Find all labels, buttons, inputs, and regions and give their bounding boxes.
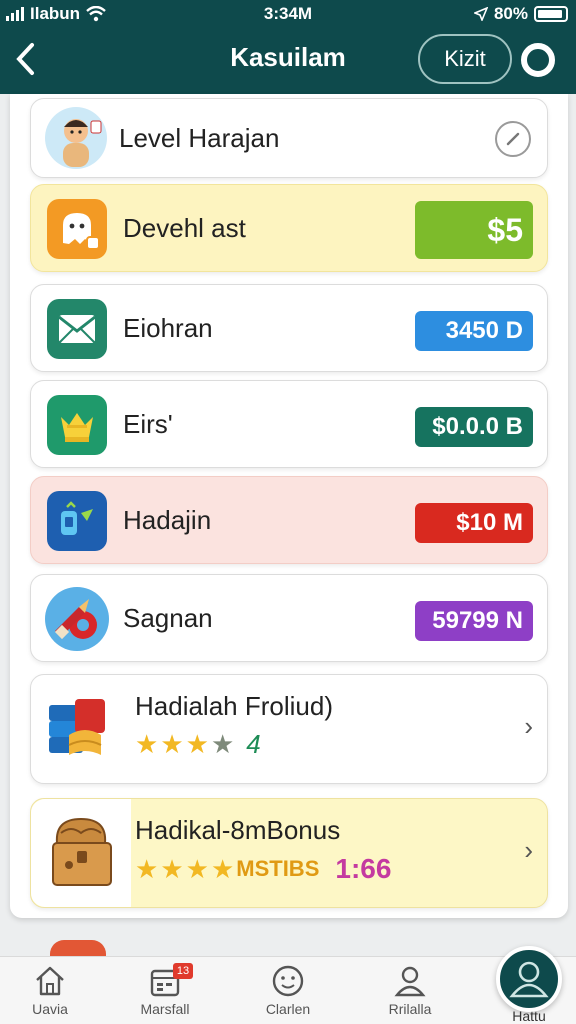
list-item-label: Sagnan	[123, 603, 213, 633]
list-item-sagnan[interactable]: Sagnan 59799 N	[30, 574, 548, 662]
battery-percent: 80%	[493, 4, 528, 23]
star-half-icon: ★	[210, 729, 235, 759]
nav-label: Rrilalla	[388, 1001, 432, 1017]
ghost-icon	[47, 199, 107, 259]
list-item-label: Hadialah Froliud)	[135, 691, 333, 721]
list-item-devehl[interactable]: Devehl ast $5	[30, 184, 548, 272]
profile-fab-button[interactable]	[496, 946, 562, 1012]
home-icon	[36, 966, 64, 996]
list-item-label: Devehl ast	[123, 213, 246, 243]
bonus-code: MSTIBS	[236, 856, 320, 881]
list-item-label: Level Harajan	[119, 123, 280, 153]
bottom-nav: Uavia 13 Marsfall Clarlen Rrilalla	[0, 956, 576, 1024]
star-icon: ★	[160, 853, 184, 884]
nav-label: Marsfall	[140, 1001, 190, 1017]
star-icon: ★	[185, 853, 209, 884]
crown-icon	[47, 395, 107, 455]
bonus-timer: 1:66	[335, 853, 392, 884]
person-icon	[509, 961, 549, 998]
notification-badge: 13	[173, 963, 193, 979]
item-list: Level Harajan Devehl ast $5 Eiohran 3450…	[10, 94, 568, 918]
amount-badge: 3450 D	[415, 311, 533, 351]
star-rating: ★ ★ ★ ★ 4	[135, 729, 261, 760]
edit-icon[interactable]	[495, 121, 531, 157]
nav-item-home[interactable]: Uavia	[0, 963, 100, 1017]
list-item-level[interactable]: Level Harajan	[30, 98, 548, 178]
list-item-label: Eiohran	[123, 313, 213, 343]
list-item-label: Hadikal-8mBonus	[135, 815, 341, 845]
list-item-hadajin[interactable]: Hadajin $10 M	[30, 476, 548, 564]
star-icon: ★	[135, 853, 159, 884]
amount-badge: $5	[415, 201, 533, 259]
envelope-icon	[47, 299, 107, 359]
face-icon	[272, 965, 304, 997]
nav-item-clarlen[interactable]: Clarlen	[238, 963, 338, 1017]
header-pill-button[interactable]: Kizit	[418, 34, 512, 84]
list-item-hadialah[interactable]: Hadialah Froliud) ★ ★ ★ ★ 4 ›	[30, 674, 548, 784]
rocket-icon	[45, 587, 109, 651]
list-item-hadikal-bonus[interactable]: Hadikal-8mBonus ★ ★ ★ ★ MSTIBS 1:66 ›	[30, 798, 548, 908]
rating-value: 4	[246, 729, 261, 759]
nav-label: Clarlen	[265, 1001, 311, 1017]
chest-panel	[31, 799, 131, 907]
star-rating: ★ ★ ★ ★ MSTIBS 1:66	[135, 853, 391, 885]
nav-label: Uavia	[32, 1001, 68, 1017]
person-icon	[394, 966, 426, 997]
list-item-label: Hadajin	[123, 505, 212, 535]
nav-item-marsfall[interactable]: 13 Marsfall	[115, 963, 215, 1017]
location-arrow-icon	[473, 7, 488, 21]
status-right: 80%	[473, 4, 568, 24]
star-icon: ★	[185, 729, 209, 759]
books-icon	[45, 695, 115, 763]
amount-badge: 59799 N	[415, 601, 533, 641]
avatar-icon	[45, 107, 107, 169]
star-icon: ★	[160, 729, 184, 759]
amount-badge: $10 M	[415, 503, 533, 543]
star-icon: ★	[135, 729, 159, 759]
app-header: Ilabun 3:34M 80% Kasuilam Kizit	[0, 0, 576, 94]
chevron-right-icon[interactable]: ›	[524, 835, 533, 866]
nav-item-rrilalla[interactable]: Rrilalla	[360, 963, 460, 1017]
phone-icon	[47, 491, 107, 551]
list-item-eirs[interactable]: Eirs' $0.0.0 B	[30, 380, 548, 468]
chevron-right-icon[interactable]: ›	[524, 711, 533, 742]
battery-icon	[534, 6, 568, 22]
list-item-label: Eirs'	[123, 409, 173, 439]
amount-badge: $0.0.0 B	[415, 407, 533, 447]
chest-icon	[52, 817, 112, 886]
nav-label: Hattu	[512, 1008, 546, 1024]
profile-ring-button[interactable]	[521, 43, 555, 77]
star-icon: ★	[210, 853, 235, 884]
status-bar: Ilabun 3:34M 80%	[0, 0, 576, 28]
list-item-eiohran[interactable]: Eiohran 3450 D	[30, 284, 548, 372]
